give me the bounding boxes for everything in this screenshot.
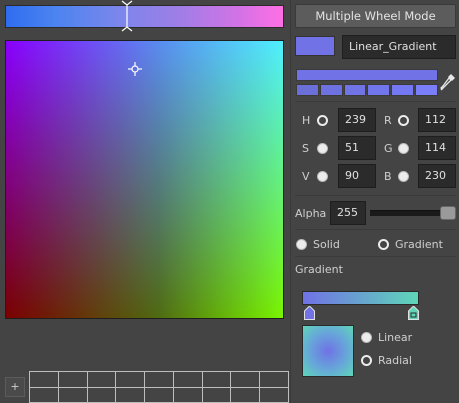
radial-label: Radial [378, 354, 412, 367]
swatch-cell[interactable] [202, 372, 232, 388]
b-label: B [384, 170, 392, 183]
s-radio[interactable] [317, 143, 328, 154]
shade-swatch[interactable] [415, 84, 438, 96]
shade-swatch[interactable] [319, 84, 343, 96]
swatch-cell[interactable] [231, 387, 261, 403]
swatch-cell[interactable] [87, 372, 117, 388]
current-color-swatch[interactable] [295, 36, 335, 56]
swatch-cell[interactable] [58, 387, 88, 403]
gradient-label: Gradient [395, 238, 443, 251]
v-label: V [302, 170, 310, 183]
alpha-label: Alpha [295, 207, 327, 220]
linear-radio[interactable] [361, 332, 372, 343]
section-separator [295, 195, 456, 196]
gradient-radio[interactable] [378, 239, 389, 250]
shade-swatch[interactable] [296, 84, 319, 96]
solid-radio[interactable] [296, 239, 307, 250]
s-field[interactable]: 51 [338, 136, 376, 160]
color-field-bottom-layer [6, 41, 283, 318]
gradient-section-label: Gradient [295, 263, 343, 276]
radial-radio[interactable] [361, 355, 372, 366]
h-label: H [302, 114, 311, 127]
eyedropper-icon[interactable] [439, 72, 457, 92]
solid-label: Solid [313, 238, 340, 251]
shade-swatch[interactable] [367, 84, 391, 96]
v-field[interactable]: 90 [338, 164, 376, 188]
g-field[interactable]: 114 [418, 136, 456, 160]
shade-swatch[interactable] [343, 84, 367, 96]
gradient-stop-icon[interactable] [408, 306, 419, 320]
swatch-cell[interactable] [173, 387, 203, 403]
shade-swatch[interactable] [391, 84, 415, 96]
color-strip[interactable] [296, 69, 438, 81]
h-radio[interactable] [317, 115, 328, 126]
s-label: S [302, 142, 309, 155]
v-radio[interactable] [317, 171, 328, 182]
alpha-field[interactable]: 255 [330, 201, 366, 225]
swatch-cell[interactable] [260, 387, 289, 403]
alpha-slider-handle[interactable] [440, 206, 456, 220]
g-radio[interactable] [398, 143, 409, 154]
linear-label: Linear [378, 331, 413, 344]
b-radio[interactable] [398, 171, 409, 182]
swatch-cell[interactable] [173, 372, 203, 388]
swatch-cell[interactable] [30, 372, 59, 388]
color-field[interactable] [5, 40, 284, 319]
swatch-cell[interactable] [260, 372, 289, 388]
g-label: G [384, 142, 393, 155]
hue-strip[interactable] [5, 5, 284, 28]
section-separator [295, 256, 456, 257]
swatch-grid [29, 371, 289, 403]
swatch-cell[interactable] [58, 372, 88, 388]
gradient-preview-bar[interactable] [302, 291, 419, 305]
radial-gradient-preview [302, 325, 354, 377]
swatch-cell[interactable] [116, 372, 146, 388]
swatch-cell[interactable] [202, 387, 232, 403]
swatch-cell[interactable] [87, 387, 117, 403]
swatch-cell[interactable] [145, 387, 174, 403]
r-field[interactable]: 112 [418, 108, 456, 132]
r-label: R [384, 114, 392, 127]
shade-swatches [296, 84, 438, 96]
gradient-stop-icon[interactable] [304, 306, 315, 320]
swatch-cell[interactable] [30, 387, 59, 403]
h-field[interactable]: 239 [338, 108, 376, 132]
section-separator [295, 101, 456, 102]
multiple-wheel-mode-button[interactable]: Multiple Wheel Mode [295, 4, 456, 28]
r-radio[interactable] [398, 115, 409, 126]
section-separator [295, 229, 456, 230]
panel-divider [290, 0, 291, 403]
hue-marker-icon[interactable] [121, 0, 133, 32]
crosshair-icon[interactable] [128, 62, 142, 76]
swatch-cell[interactable] [231, 372, 261, 388]
gradient-name-field[interactable]: Linear_Gradient [342, 35, 456, 59]
add-swatch-button[interactable]: + [5, 377, 25, 397]
swatch-cell[interactable] [145, 372, 174, 388]
b-field[interactable]: 230 [418, 164, 456, 188]
swatch-cell[interactable] [116, 387, 146, 403]
